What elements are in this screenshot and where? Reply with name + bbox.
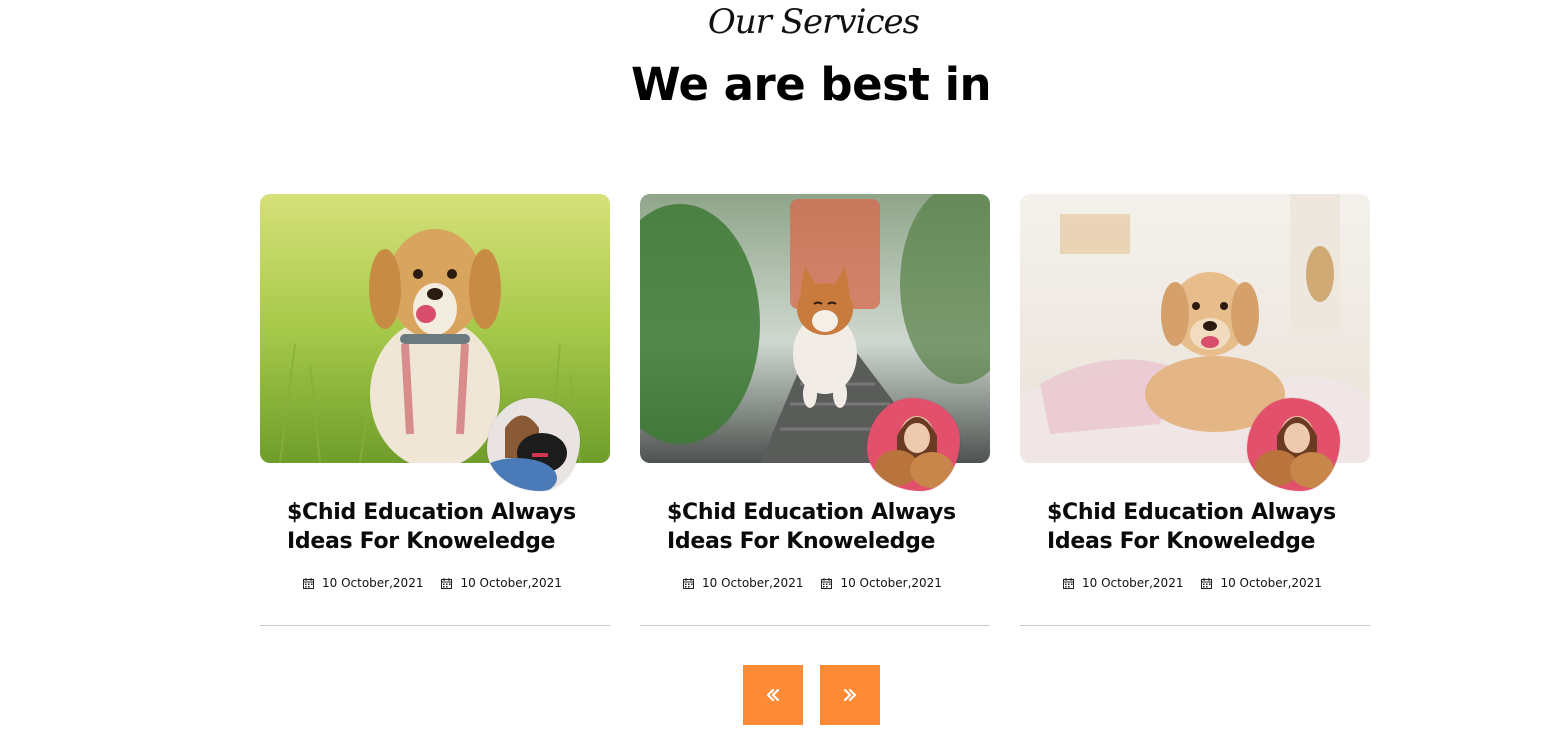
- calendar-icon: [683, 577, 694, 589]
- card-title[interactable]: $Chid Education Always Ideas For Knowele…: [667, 498, 987, 556]
- calendar-icon: [1201, 577, 1213, 589]
- author-avatar[interactable]: [1247, 398, 1340, 491]
- date-item: 10 October,2021: [1063, 576, 1183, 590]
- card-title[interactable]: $Chid Education Always Ideas For Knowele…: [1047, 498, 1367, 556]
- service-card[interactable]: $Chid Education Always Ideas For Knowele…: [1020, 194, 1370, 626]
- author-avatar[interactable]: [487, 398, 580, 491]
- date-item: 10 October,2021: [821, 576, 942, 590]
- section-subtitle: Our Services: [707, 2, 920, 42]
- date-text: 10 October,2021: [702, 576, 804, 590]
- date-text: 10 October,2021: [460, 576, 562, 590]
- card-meta: 10 October,2021 10 October,2021: [683, 576, 942, 590]
- date-text: 10 October,2021: [322, 576, 424, 590]
- date-item: 10 October,2021: [683, 576, 803, 590]
- date-item: 10 October,2021: [441, 576, 562, 590]
- calendar-icon: [303, 577, 314, 589]
- card-meta: 10 October,2021 10 October,2021: [1063, 576, 1322, 590]
- date-text: 10 October,2021: [840, 576, 942, 590]
- author-avatar[interactable]: [867, 398, 960, 491]
- double-chevron-right-icon: [843, 689, 857, 701]
- calendar-icon: [821, 577, 833, 589]
- service-card[interactable]: $Chid Education Always Ideas For Knowele…: [260, 194, 610, 626]
- date-text: 10 October,2021: [1220, 576, 1322, 590]
- next-button[interactable]: [820, 665, 880, 725]
- double-chevron-left-icon: [766, 689, 780, 701]
- section-title: We are best in: [630, 58, 992, 111]
- service-card[interactable]: $Chid Education Always Ideas For Knowele…: [640, 194, 990, 626]
- date-item: 10 October,2021: [303, 576, 423, 590]
- date-text: 10 October,2021: [1082, 576, 1184, 590]
- calendar-icon: [441, 577, 453, 589]
- card-meta: 10 October,2021 10 October,2021: [303, 576, 562, 590]
- calendar-icon: [1063, 577, 1074, 589]
- date-item: 10 October,2021: [1201, 576, 1322, 590]
- card-title[interactable]: $Chid Education Always Ideas For Knowele…: [287, 498, 607, 556]
- prev-button[interactable]: [743, 665, 803, 725]
